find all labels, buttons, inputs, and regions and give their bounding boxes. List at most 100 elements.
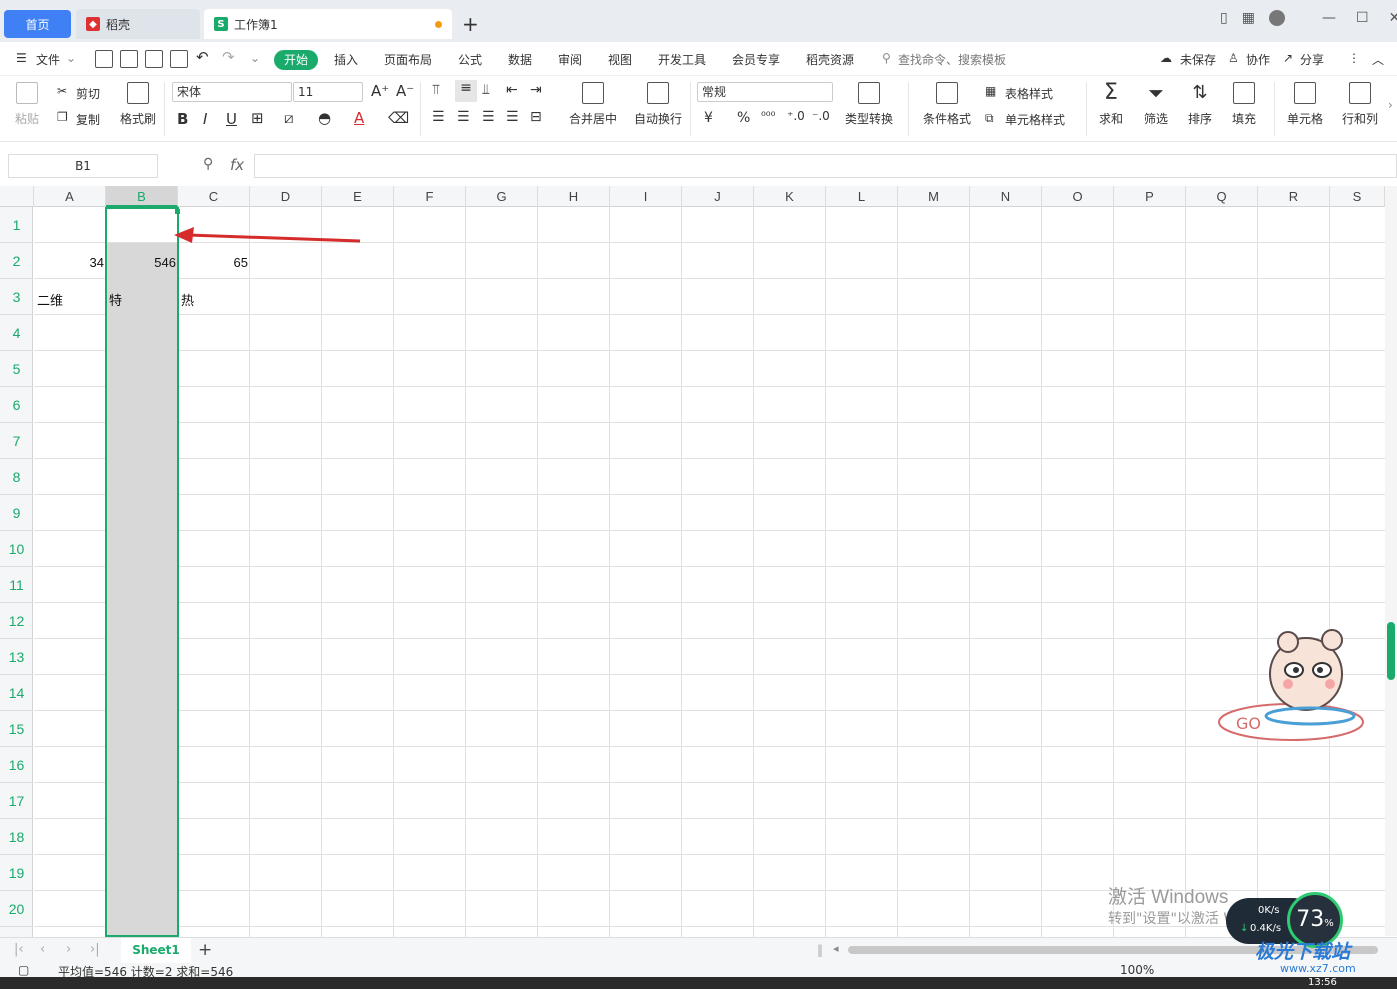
menu-page-layout[interactable]: 页面布局 bbox=[384, 51, 432, 68]
cell-C3[interactable]: 热 bbox=[181, 290, 194, 309]
row-header-9[interactable]: 9 bbox=[0, 495, 33, 531]
currency-icon[interactable]: ¥ bbox=[704, 110, 713, 126]
row-header-15[interactable]: 15 bbox=[0, 711, 33, 747]
column-header-E[interactable]: E bbox=[322, 186, 394, 207]
column-header-M[interactable]: M bbox=[898, 186, 970, 207]
cell-A3[interactable]: 二维 bbox=[37, 290, 63, 309]
save-icon[interactable] bbox=[95, 50, 113, 68]
row-header-7[interactable]: 7 bbox=[0, 423, 33, 459]
row-header-13[interactable]: 13 bbox=[0, 639, 33, 675]
cell-button[interactable]: 单元格 bbox=[1283, 82, 1327, 127]
row-header-6[interactable]: 6 bbox=[0, 387, 33, 423]
row-header-18[interactable]: 18 bbox=[0, 819, 33, 855]
copy-button[interactable]: 复制 bbox=[76, 111, 100, 128]
font-size-select[interactable]: 11 bbox=[293, 82, 363, 102]
column-header-D[interactable]: D bbox=[250, 186, 322, 207]
column-header-L[interactable]: L bbox=[826, 186, 898, 207]
print-icon[interactable] bbox=[145, 50, 163, 68]
first-sheet-icon[interactable]: |‹ bbox=[14, 942, 24, 957]
column-header-H[interactable]: H bbox=[538, 186, 610, 207]
fill-handle[interactable] bbox=[175, 209, 180, 214]
redo-icon[interactable]: ↷ bbox=[222, 48, 235, 66]
column-header-Q[interactable]: Q bbox=[1186, 186, 1258, 207]
close-icon[interactable]: ✕ bbox=[1389, 10, 1397, 26]
sum-button[interactable]: Σ 求和 bbox=[1094, 82, 1128, 127]
conditional-format-button[interactable]: 条件格式 bbox=[918, 82, 976, 127]
row-header-5[interactable]: 5 bbox=[0, 351, 33, 387]
collaborate-button[interactable]: 协作 bbox=[1246, 51, 1270, 68]
tab-workbook[interactable]: S 工作簿1 bbox=[204, 9, 452, 39]
align-right-icon[interactable]: ☰ bbox=[482, 109, 495, 125]
split-handle-icon[interactable]: ‖ bbox=[817, 943, 823, 957]
last-sheet-icon[interactable]: ›| bbox=[90, 942, 100, 957]
align-center-icon[interactable]: ☰ bbox=[457, 109, 470, 125]
fx-icon[interactable]: fx bbox=[230, 156, 244, 174]
zoom-search-icon[interactable]: ⚲ bbox=[203, 156, 213, 172]
menu-member[interactable]: 会员专享 bbox=[732, 51, 780, 68]
column-header-J[interactable]: J bbox=[682, 186, 754, 207]
command-search-input[interactable]: 查找命令、搜索模板 bbox=[898, 51, 1006, 68]
menu-review[interactable]: 审阅 bbox=[558, 51, 582, 68]
justify-icon[interactable]: ☰ bbox=[506, 109, 519, 125]
italic-icon[interactable]: I bbox=[203, 110, 207, 128]
tab-docer[interactable]: ◆ 稻壳 bbox=[76, 9, 200, 39]
increase-font-icon[interactable]: A⁺ bbox=[371, 82, 389, 100]
thousands-icon[interactable]: ⁰⁰⁰ bbox=[761, 109, 775, 123]
align-left-icon[interactable]: ☰ bbox=[432, 109, 445, 125]
bold-icon[interactable]: B bbox=[177, 110, 188, 128]
formula-input[interactable] bbox=[254, 154, 1397, 178]
percent-icon[interactable]: % bbox=[737, 110, 750, 126]
unsaved-button[interactable]: 未保存 bbox=[1180, 51, 1216, 68]
paste-button[interactable]: 粘贴 bbox=[12, 82, 42, 127]
column-header-S[interactable]: S bbox=[1330, 186, 1385, 207]
column-header-K[interactable]: K bbox=[754, 186, 826, 207]
fill-color-icon[interactable]: ◓ bbox=[318, 109, 331, 127]
avatar[interactable] bbox=[1268, 10, 1285, 26]
align-top-icon[interactable]: ⫪ bbox=[432, 82, 440, 98]
ribbon-scroll-right-icon[interactable]: › bbox=[1388, 98, 1393, 112]
export-pdf-icon[interactable] bbox=[120, 50, 138, 68]
column-header-P[interactable]: P bbox=[1114, 186, 1186, 207]
tab-home[interactable]: 首页 bbox=[4, 10, 71, 38]
column-header-N[interactable]: N bbox=[970, 186, 1042, 207]
indent-increase-icon[interactable]: ⇥ bbox=[530, 82, 542, 98]
row-header-14[interactable]: 14 bbox=[0, 675, 33, 711]
increase-decimal-icon[interactable]: ⁺.0 bbox=[787, 109, 805, 123]
cell-B3[interactable]: 特 bbox=[109, 290, 122, 309]
hamburger-icon[interactable]: ☰ bbox=[16, 51, 27, 65]
layout-icon[interactable]: ▯ bbox=[1220, 10, 1228, 26]
row-header-2[interactable]: 2 bbox=[0, 243, 33, 279]
new-tab-button[interactable]: + bbox=[462, 12, 479, 36]
number-format-select[interactable]: 常规 bbox=[697, 82, 833, 102]
row-header-20[interactable]: 20 bbox=[0, 891, 33, 927]
format-painter-button[interactable]: 格式刷 bbox=[120, 82, 156, 127]
vertical-scrollbar[interactable] bbox=[1385, 186, 1397, 936]
menu-docer-resources[interactable]: 稻壳资源 bbox=[806, 51, 854, 68]
row-header-8[interactable]: 8 bbox=[0, 459, 33, 495]
indent-decrease-icon[interactable]: ⇤ bbox=[506, 82, 518, 98]
next-sheet-icon[interactable]: › bbox=[66, 942, 71, 957]
cell-A2[interactable]: 34 bbox=[34, 255, 104, 270]
align-bottom-icon[interactable]: ⫫ bbox=[482, 82, 490, 98]
apps-grid-icon[interactable]: ▦ bbox=[1242, 10, 1255, 26]
print-preview-icon[interactable] bbox=[170, 50, 188, 68]
cut-button[interactable]: 剪切 bbox=[76, 85, 100, 102]
filter-button[interactable]: ⏷ 筛选 bbox=[1139, 82, 1173, 127]
row-header-12[interactable]: 12 bbox=[0, 603, 33, 639]
more-icon[interactable]: ⋮ bbox=[1348, 51, 1360, 65]
wrap-text-button[interactable]: 自动换行 bbox=[633, 82, 683, 127]
menu-data[interactable]: 数据 bbox=[508, 51, 532, 68]
border-icon[interactable]: ⊞ bbox=[251, 109, 264, 127]
type-convert-button[interactable]: 类型转换 bbox=[840, 82, 898, 127]
column-header-A[interactable]: A bbox=[34, 186, 106, 207]
row-col-button[interactable]: 行和列 bbox=[1337, 82, 1383, 127]
menu-developer[interactable]: 开发工具 bbox=[658, 51, 706, 68]
font-name-select[interactable]: 宋体 bbox=[172, 82, 292, 102]
sheet-tab-sheet1[interactable]: Sheet1 bbox=[121, 938, 191, 963]
minimize-icon[interactable]: — bbox=[1322, 10, 1336, 26]
menu-view[interactable]: 视图 bbox=[608, 51, 632, 68]
menu-insert[interactable]: 插入 bbox=[334, 51, 358, 68]
column-header-I[interactable]: I bbox=[610, 186, 682, 207]
column-header-F[interactable]: F bbox=[394, 186, 466, 207]
align-middle-icon[interactable]: ≡ bbox=[455, 80, 477, 102]
